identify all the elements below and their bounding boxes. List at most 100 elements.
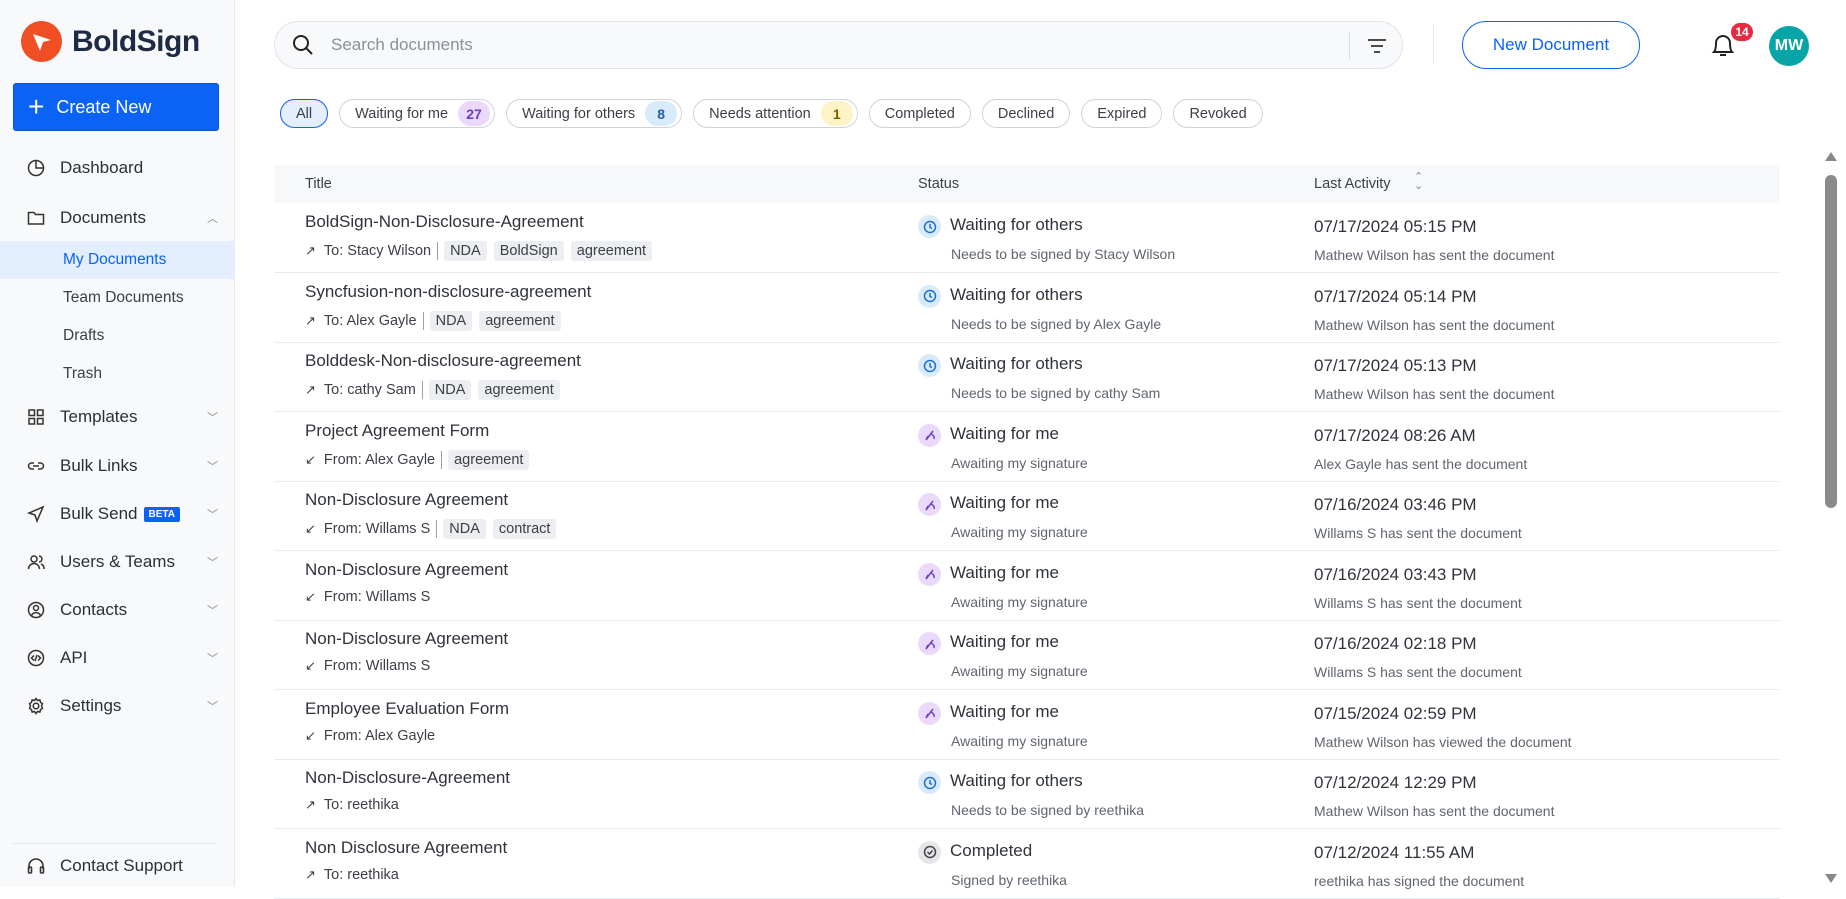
tag[interactable]: NDA xyxy=(428,380,472,400)
chevron-down-icon[interactable]: ﹀ xyxy=(207,554,218,570)
filter-chip-needs-attention[interactable]: Needs attention 1 xyxy=(693,99,858,128)
filter-chip-waiting-for-me[interactable]: Waiting for me 27 xyxy=(339,99,496,128)
chevron-down-icon[interactable]: ﹀ xyxy=(207,698,218,714)
activity-date: 07/12/2024 12:29 PM xyxy=(1314,773,1477,792)
document-title[interactable]: Non-Disclosure Agreement xyxy=(305,490,508,510)
table-row[interactable]: BoldSign-Non-Disclosure-Agreement ↗ To: S… xyxy=(274,203,1780,273)
chevron-down-icon[interactable]: ﹀ xyxy=(207,650,218,666)
sidebar-item-label: Users & Teams xyxy=(60,552,175,571)
document-title[interactable]: Project Agreement Form xyxy=(305,421,489,441)
tag[interactable]: agreement xyxy=(448,449,530,470)
column-status[interactable]: Status xyxy=(918,176,959,192)
scroll-up-arrow-icon[interactable] xyxy=(1825,152,1837,161)
contact-support-link[interactable]: Contact Support xyxy=(0,847,234,885)
filter-label: Completed xyxy=(884,105,955,122)
search-bar[interactable]: Search documents xyxy=(274,21,1403,69)
activity-date: 07/17/2024 05:14 PM xyxy=(1314,286,1477,306)
document-title[interactable]: Non-Disclosure Agreement xyxy=(305,629,508,649)
activity-detail: Mathew Wilson has viewed the document xyxy=(1314,733,1572,750)
tag[interactable]: BoldSign xyxy=(493,241,564,261)
sidebar-subitem-trash[interactable]: Trash xyxy=(0,355,234,393)
sidebar-item-label: Templates xyxy=(60,407,138,426)
sidebar-subitem-my-documents[interactable]: My Documents xyxy=(0,241,234,279)
sort-icon[interactable]: ⌃ ⌄ xyxy=(1414,172,1423,192)
document-title[interactable]: Non Disclosure Agreement xyxy=(305,838,507,858)
create-new-button[interactable]: + Create New xyxy=(13,83,219,131)
chevron-down-icon[interactable]: ﹀ xyxy=(207,602,218,618)
search-input[interactable]: Search documents xyxy=(331,35,473,55)
chevron-down-icon[interactable]: ﹀ xyxy=(207,506,218,522)
table-row[interactable]: Non Disclosure Agreement ↗ To: reethika C… xyxy=(274,829,1780,899)
table-row[interactable]: Non-Disclosure Agreement ↙ From: Willams … xyxy=(274,551,1780,621)
sidebar-item-bulk-links[interactable]: Bulk Links ﹀ xyxy=(0,447,234,485)
filter-chip-all[interactable]: All xyxy=(280,99,329,128)
status-detail: Needs to be signed by Alex Gayle xyxy=(951,315,1162,332)
filter-chip-revoked[interactable]: Revoked xyxy=(1173,99,1263,128)
sidebar-item-users-teams[interactable]: Users & Teams ﹀ xyxy=(0,543,234,581)
document-meta: ↗ To: reethika xyxy=(305,867,399,883)
sidebar-item-label: Bulk Links xyxy=(60,456,138,475)
scrollbar[interactable] xyxy=(1822,148,1840,887)
notification-badge: 14 xyxy=(1729,21,1755,43)
sidebar-item-dashboard[interactable]: Dashboard xyxy=(0,149,234,187)
scrollbar-thumb[interactable] xyxy=(1825,175,1837,508)
scroll-down-arrow-icon[interactable] xyxy=(1825,874,1837,883)
column-last-activity[interactable]: Last Activity xyxy=(1314,176,1391,192)
activity-date: 07/16/2024 03:43 PM xyxy=(1314,564,1477,584)
activity-date: 07/12/2024 11:55 AM xyxy=(1314,842,1475,862)
activity-date: 07/16/2024 03:46 PM xyxy=(1314,495,1477,514)
filter-chip-declined[interactable]: Declined xyxy=(981,99,1071,128)
filter-chip-waiting-for-others[interactable]: Waiting for others 8 xyxy=(506,99,683,128)
sidebar-subitem-team-documents[interactable]: Team Documents xyxy=(0,279,234,317)
activity-detail: Mathew Wilson has sent the document xyxy=(1314,247,1555,263)
sidebar-item-bulk-send[interactable]: Bulk Send BETA ﹀ xyxy=(0,495,234,533)
document-title[interactable]: Syncfusion-non-disclosure-agreement xyxy=(305,282,591,302)
sidebar-item-contacts[interactable]: Contacts ﹀ xyxy=(0,591,234,629)
tag[interactable]: NDA xyxy=(443,519,486,539)
table-row[interactable]: Project Agreement Form ↙ From: Alex Gayle… xyxy=(274,412,1780,482)
table-row[interactable]: Bolddesk-Non-disclosure-agreement ↗ To: c… xyxy=(274,342,1780,412)
table-row[interactable]: Employee Evaluation Form ↙ From: Alex Gay… xyxy=(274,690,1780,760)
filter-chip-completed[interactable]: Completed xyxy=(868,99,971,128)
user-avatar[interactable]: MW xyxy=(1769,26,1809,66)
document-meta: ↙ From: Willams S xyxy=(305,658,430,674)
sidebar-item-documents[interactable]: Documents ︿ xyxy=(0,199,234,237)
tag[interactable]: agreement xyxy=(570,241,653,261)
status-detail: Awaiting my signature xyxy=(951,593,1088,610)
document-party: To: Alex Gayle xyxy=(323,312,417,329)
column-title[interactable]: Title xyxy=(305,176,332,192)
new-document-button[interactable]: New Document xyxy=(1462,21,1640,69)
sidebar-subitem-drafts[interactable]: Drafts xyxy=(0,317,234,355)
sidebar-item-settings[interactable]: Settings ﹀ xyxy=(0,687,234,725)
status-label: Waiting for others xyxy=(950,215,1083,234)
tag[interactable]: agreement xyxy=(479,310,561,331)
boldsign-logo[interactable]: BoldSign xyxy=(21,21,200,62)
document-title[interactable]: BoldSign-Non-Disclosure-Agreement xyxy=(305,212,584,232)
status-detail: Signed by reethika xyxy=(951,871,1067,888)
signature-pen-icon xyxy=(918,562,941,586)
chevron-down-icon[interactable]: ﹀ xyxy=(207,458,218,474)
table-row[interactable]: Syncfusion-non-disclosure-agreement ↗ To:… xyxy=(274,273,1780,343)
separator xyxy=(436,520,438,538)
table-row[interactable]: Non-Disclosure Agreement ↙ From: Willams … xyxy=(274,620,1780,690)
sidebar-item-api[interactable]: API ﹀ xyxy=(0,639,234,677)
document-title[interactable]: Employee Evaluation Form xyxy=(305,699,509,719)
document-title[interactable]: Non-Disclosure-Agreement xyxy=(305,768,510,788)
table-row[interactable]: Non-Disclosure-Agreement ↗ To: reethika W… xyxy=(274,759,1780,829)
tag[interactable]: agreement xyxy=(478,380,560,400)
filter-chip-expired[interactable]: Expired xyxy=(1081,99,1163,128)
document-meta: ↗ To: Alex Gayle NDA agreement xyxy=(305,310,568,331)
tag[interactable]: contract xyxy=(492,519,557,539)
table-row[interactable]: Non-Disclosure Agreement ↙ From: Willams … xyxy=(274,481,1780,551)
document-title[interactable]: Non-Disclosure Agreement xyxy=(305,560,508,580)
document-title[interactable]: Bolddesk-Non-disclosure-agreement xyxy=(305,351,581,371)
filter-icon[interactable] xyxy=(1366,35,1388,57)
arrow-up-right-icon: ↗ xyxy=(305,797,316,812)
sidebar-item-templates[interactable]: Templates ﹀ xyxy=(0,398,234,436)
tag[interactable]: NDA xyxy=(444,241,487,261)
document-meta: ↙ From: Willams S xyxy=(305,589,430,605)
tag[interactable]: NDA xyxy=(429,310,473,331)
chevron-up-icon[interactable]: ︿ xyxy=(207,210,218,226)
separator xyxy=(437,242,439,260)
chevron-down-icon[interactable]: ﹀ xyxy=(207,409,218,425)
